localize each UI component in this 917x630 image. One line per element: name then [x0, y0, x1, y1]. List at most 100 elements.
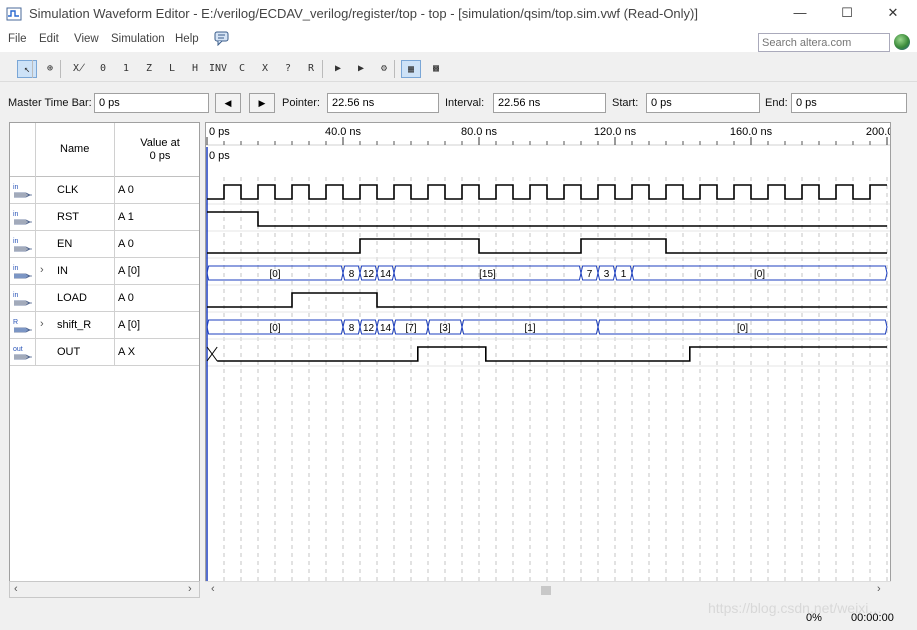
input-pin-icon: in	[13, 211, 32, 225]
maximize-button[interactable]: ☐	[837, 4, 857, 22]
start-field[interactable]: 0 ps	[646, 93, 760, 113]
prev-transition-button[interactable]: ◀	[215, 93, 241, 113]
signal-row-rst[interactable]: in RST A 1	[10, 204, 199, 231]
end-label: End:	[765, 97, 788, 109]
signal-row-clk[interactable]: in CLK A 0	[10, 177, 199, 204]
menu-help[interactable]: Help	[175, 33, 199, 45]
menu-edit[interactable]: Edit	[39, 33, 59, 45]
waveform-canvas[interactable]: 0 ps 40.0 ns 80.0 ns 120.0 ns 160.0 ns 200.0 …	[206, 123, 891, 598]
high-impedance-icon: Z	[145, 63, 153, 74]
waveform-shift_r-value-label: 14	[380, 323, 392, 334]
waveform-shift_r-value-label: 12	[363, 323, 375, 334]
expand-chevron-icon[interactable]: ›	[40, 318, 44, 330]
signal-row-shift_r[interactable]: R › shift_R A [0]	[10, 312, 199, 339]
waveform-in-value-label: [0]	[754, 269, 765, 280]
end-field[interactable]: 0 ps	[791, 93, 907, 113]
scroll-right-icon[interactable]: ›	[877, 583, 881, 595]
zoom-tool-button[interactable]: ⊕	[40, 60, 60, 78]
waveform-panel[interactable]: 0 ps 40.0 ns 80.0 ns 120.0 ns 160.0 ns 200.0 …	[205, 122, 891, 598]
globe-icon[interactable]	[894, 34, 910, 50]
signal-row-en[interactable]: in EN A 0	[10, 231, 199, 258]
undefined-value-button[interactable]: X̸	[69, 60, 89, 78]
menu-file[interactable]: File	[8, 33, 27, 45]
master-time-bar-field[interactable]: 0 ps	[94, 93, 209, 113]
weak-low-icon: L	[168, 63, 176, 74]
ruler-label: 200.0 ns	[866, 126, 891, 138]
svg-text:in: in	[13, 292, 19, 299]
high-impedance-button[interactable]: Z	[139, 60, 159, 78]
forcing-low-button[interactable]: 0	[93, 60, 113, 78]
weak-high-button[interactable]: H	[185, 60, 205, 78]
signal-value: A 0	[118, 292, 134, 304]
signal-row-load[interactable]: in LOAD A 0	[10, 285, 199, 312]
scroll-thumb[interactable]	[541, 586, 551, 595]
toolbar-separator	[322, 60, 323, 78]
signal-value: A 1	[118, 211, 134, 223]
zoom-tool-icon: ⊕	[46, 63, 54, 74]
run-timing-icon: ▶	[357, 63, 365, 74]
run-functional-button[interactable]: ▶	[328, 60, 348, 78]
signal-value: A 0	[118, 184, 134, 196]
chat-help-icon[interactable]	[214, 31, 230, 46]
forcing-high-button[interactable]: 1	[116, 60, 136, 78]
ruler-label: 80.0 ns	[461, 126, 498, 138]
signal-name: shift_R	[57, 319, 92, 331]
window-title: Simulation Waveform Editor - E:/verilog/…	[29, 6, 698, 21]
signal-list-panel: Name Value at 0 ps in CLK A 0 in RST A 1 in EN A…	[9, 122, 200, 598]
waveform-out[interactable]	[217, 346, 887, 362]
selection-tool-button[interactable]: ↖	[17, 60, 37, 78]
svg-text:out: out	[13, 346, 23, 353]
run-functional-icon: ▶	[334, 63, 342, 74]
svg-text:in: in	[13, 184, 19, 191]
search-input[interactable]	[758, 33, 890, 52]
snap-to-grid-button[interactable]: ▦	[401, 60, 421, 78]
run-timing-button[interactable]: ▶	[351, 60, 371, 78]
scroll-right-icon[interactable]: ›	[188, 583, 192, 595]
signal-name: LOAD	[57, 292, 87, 304]
waveform-horizontal-scrollbar[interactable]: ‹ ›	[205, 581, 891, 598]
elapsed-time: 00:00:00	[851, 612, 894, 624]
pointer-field[interactable]: 22.56 ns	[327, 93, 439, 113]
menu-simulation[interactable]: Simulation	[111, 33, 165, 45]
invert-icon: INV	[208, 63, 228, 74]
waveform-in-value-label: [0]	[269, 269, 280, 280]
minimize-button[interactable]: —	[790, 4, 810, 22]
signal-row-out[interactable]: out OUT A X	[10, 339, 199, 366]
close-button[interactable]: ✕	[883, 4, 903, 22]
signal-row-in[interactable]: in › IN A [0]	[10, 258, 199, 285]
next-transition-button[interactable]: ▶	[249, 93, 275, 113]
ruler-label: 160.0 ns	[730, 126, 773, 138]
input-pin-icon: in	[13, 184, 32, 198]
forcing-value-button[interactable]: X	[255, 60, 275, 78]
forcing-low-icon: 0	[99, 63, 107, 74]
signal-name: OUT	[57, 346, 81, 358]
forcing-high-icon: 1	[122, 63, 130, 74]
waveform-vertical-scrollbar[interactable]	[891, 122, 908, 598]
grid-size-button[interactable]: ▩	[426, 60, 446, 78]
scroll-left-icon[interactable]: ‹	[211, 583, 215, 595]
scroll-left-icon[interactable]: ‹	[14, 583, 18, 595]
menu-view[interactable]: View	[74, 33, 99, 45]
value-header-time: 0 ps	[149, 150, 171, 162]
interval-label: Interval:	[445, 97, 485, 109]
waveform-shift_r-value-label: [7]	[405, 323, 416, 334]
expand-chevron-icon[interactable]: ›	[40, 264, 44, 276]
arbitrary-value-button[interactable]: R	[301, 60, 321, 78]
waveform-clk[interactable]	[207, 184, 887, 200]
svg-text:in: in	[13, 211, 19, 218]
generate-netlist-icon: ⚙	[380, 63, 388, 74]
interval-field[interactable]: 22.56 ns	[493, 93, 606, 113]
toolbar-separator	[60, 60, 61, 78]
signal-list-scrollbar[interactable]: ‹ ›	[9, 581, 200, 598]
invert-button[interactable]: INV	[208, 60, 228, 78]
count-value-icon: C	[238, 63, 246, 74]
count-value-button[interactable]: C	[232, 60, 252, 78]
signal-value: A [0]	[118, 265, 141, 277]
value-column-header[interactable]: Value at 0 ps	[125, 137, 195, 163]
weak-low-button[interactable]: L	[162, 60, 182, 78]
name-column-header[interactable]: Name	[60, 143, 89, 155]
random-value-button[interactable]: ?	[278, 60, 298, 78]
signal-value: A X	[118, 346, 136, 358]
generate-netlist-button[interactable]: ⚙	[374, 60, 394, 78]
grid-size-icon: ▩	[432, 63, 440, 74]
